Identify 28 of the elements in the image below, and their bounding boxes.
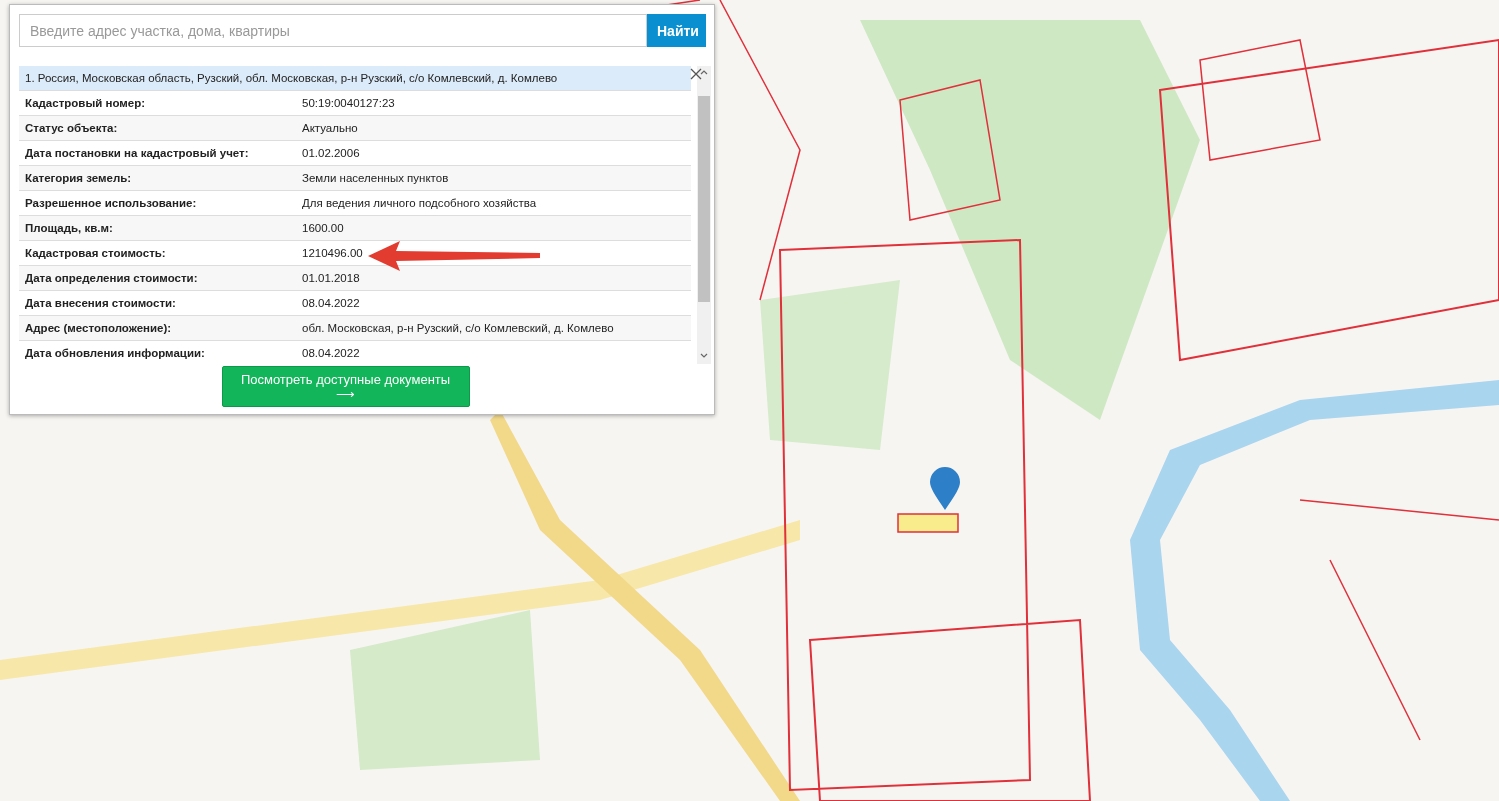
field-label: Дата определения стоимости: [24,272,199,284]
view-documents-button[interactable]: Посмотреть доступные документы ⟶ [221,366,470,407]
field-value: обл. Московская, р-н Рузский, с/о Комлевский, д. Комлево [302,322,615,334]
field-value: Актуально [302,122,359,134]
field-value: 1600.00 [302,222,345,234]
scrollbar[interactable] [697,66,711,364]
field-value: Для ведения личного подсобного хозяйства [302,197,538,209]
field-value: 1210496.00 [302,247,364,259]
field-label: Категория земель: [24,172,133,184]
field-value: Земли населенных пунктов [302,172,450,184]
field-value: 01.02.2006 [302,147,361,159]
field-label: Кадастровая стоимость: [24,247,167,259]
close-icon[interactable] [690,68,702,80]
field-label: Дата обновления информации: [24,347,206,359]
field-label: Разрешенное использование: [24,197,198,209]
field-value: 08.04.2022 [302,347,361,359]
field-label: Дата внесения стоимости: [24,297,177,309]
result-title[interactable]: 1. Россия, Московская область, Рузский, обл. Московская, р-н Рузский, с/о Комлевский, д. Комлево [19,66,691,91]
field-label: Дата постановки на кадастровый учет: [24,147,250,159]
field-label: Адрес (местоположение): [24,322,173,334]
field-label: Площадь, кв.м: [24,222,114,234]
field-label: Кадастровый номер: [24,97,147,109]
field-value: 08.04.2022 [302,297,361,309]
find-button[interactable]: Найти [647,14,706,47]
field-label: Статус объекта: [24,122,119,134]
field-value: 50:19:0040127:23 [302,97,396,109]
address-search-field[interactable]: Введите адрес участка, дома, квартиры [19,14,647,47]
field-value: 01.01.2018 [302,272,361,284]
